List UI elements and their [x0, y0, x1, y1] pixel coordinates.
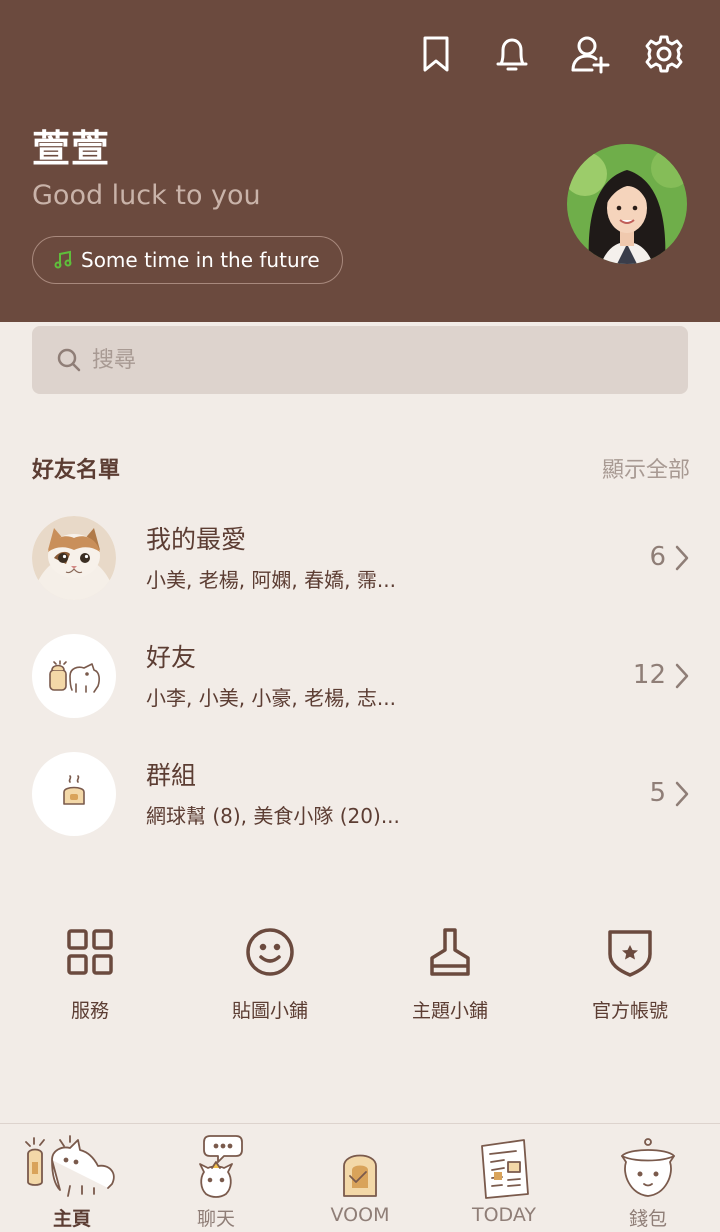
search-bar[interactable]: [32, 326, 688, 394]
home-icon: [25, 1135, 115, 1197]
cat-avatar-icon: [32, 516, 116, 600]
friend-list-row-title: 好友: [146, 643, 197, 672]
tab-chats[interactable]: 聊天: [144, 1124, 288, 1232]
tab-today[interactable]: TODAY: [432, 1124, 576, 1232]
friend-list-row-count: 12: [632, 660, 666, 690]
music-title: Some time in the future: [81, 248, 320, 272]
search-icon: [57, 348, 81, 372]
tab-voom[interactable]: VOOM: [288, 1124, 432, 1232]
friends-section-title: 好友名單: [32, 458, 121, 483]
tab-wallet[interactable]: 錢包: [576, 1124, 720, 1232]
friend-list-row-subtitle: 小李, 小美, 小豪, 老楊, 志...: [146, 686, 396, 710]
profile-name[interactable]: 萱萱: [32, 118, 110, 173]
sticker-shop-label: 貼圖小鋪: [231, 1000, 308, 1022]
profile-header: 萱萱 Good luck to you Some time in the fut…: [0, 0, 720, 322]
voom-icon: [343, 1154, 377, 1197]
tab-today-label: TODAY: [472, 1204, 536, 1226]
friend-list-row-groups[interactable]: 群組 網球幫 (8), 美食小隊 (20)... 5: [0, 738, 720, 842]
profile-avatar[interactable]: [567, 144, 687, 264]
groups-avatar-icon: [32, 752, 116, 836]
brush-icon: [430, 928, 470, 976]
friend-list-row-favorites[interactable]: 我的最愛 小美, 老楊, 阿嫻, 春嬌, 霈... 6: [0, 502, 720, 606]
news-icon: [481, 1139, 529, 1199]
theme-shop-button[interactable]: 主題小鋪: [360, 926, 540, 1023]
search-input[interactable]: [92, 347, 652, 373]
chat-icon: [199, 1135, 243, 1198]
friend-list-row-title: 我的最愛: [146, 525, 247, 554]
chevron-right-icon: [675, 545, 689, 571]
tab-chats-label: 聊天: [196, 1208, 235, 1230]
tab-wallet-label: 錢包: [628, 1208, 667, 1230]
add-friend-icon[interactable]: [568, 32, 612, 76]
friends-avatar-icon: [32, 634, 116, 718]
official-accounts-label: 官方帳號: [591, 1000, 668, 1022]
music-note-icon: [54, 250, 72, 269]
theme-shop-label: 主題小鋪: [411, 1000, 488, 1022]
bookmark-icon[interactable]: [414, 32, 458, 76]
friend-list-row-subtitle: 小美, 老楊, 阿嫻, 春嬌, 霈...: [146, 568, 396, 592]
sticker-shop-button[interactable]: 貼圖小鋪: [180, 926, 360, 1023]
friend-list-row-subtitle: 網球幫 (8), 美食小隊 (20)...: [146, 804, 400, 828]
profile-music-button[interactable]: Some time in the future: [32, 236, 343, 284]
shield-star-icon: [608, 930, 652, 977]
profile-status-message[interactable]: Good luck to you: [32, 180, 261, 211]
chevron-right-icon: [675, 663, 689, 689]
services-button[interactable]: 服務: [0, 926, 180, 1023]
gear-icon[interactable]: [642, 32, 686, 76]
smiley-icon: [246, 928, 294, 976]
bell-icon[interactable]: [490, 32, 534, 76]
services-label: 服務: [70, 1000, 109, 1022]
show-all-link[interactable]: 顯示全部: [602, 452, 690, 484]
friend-list-row-count: 6: [649, 542, 666, 572]
tab-voom-label: VOOM: [330, 1204, 390, 1226]
chevron-right-icon: [675, 781, 689, 807]
bottom-tab-bar: 主頁 聊天 VOOM TODAY 錢包: [0, 1123, 720, 1232]
friend-list-row-count: 5: [649, 778, 666, 808]
tab-home-label: 主頁: [52, 1208, 91, 1230]
friend-list-row-friends[interactable]: 好友 小李, 小美, 小豪, 老楊, 志... 12: [0, 620, 720, 724]
wallet-icon: [621, 1138, 675, 1197]
grid-icon: [67, 929, 113, 975]
tab-home[interactable]: 主頁: [0, 1124, 144, 1232]
official-accounts-button[interactable]: 官方帳號: [540, 926, 720, 1023]
friend-list-row-title: 群組: [146, 761, 197, 790]
